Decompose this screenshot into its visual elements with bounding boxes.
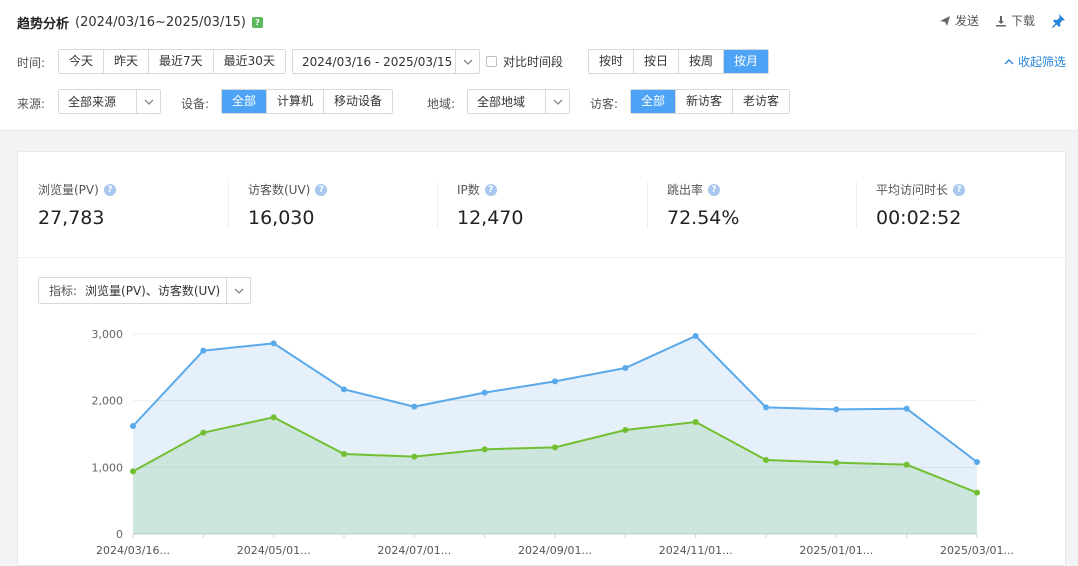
x-tick-label: 2024/11/01... [659, 544, 733, 557]
y-tick-label: 3,000 [92, 328, 124, 341]
compare-checkbox[interactable] [486, 56, 497, 67]
series-2-point[interactable] [411, 453, 418, 460]
series-2-point[interactable] [481, 446, 488, 453]
device-label: 设备: [181, 97, 210, 111]
visitor-option-all[interactable]: 全部 [631, 90, 677, 113]
pin-button[interactable] [1051, 13, 1066, 28]
chevron-down-icon [545, 90, 569, 113]
region-value: 全部地域 [477, 95, 526, 109]
device-option-all[interactable]: 全部 [222, 90, 268, 113]
y-tick-label: 0 [116, 528, 123, 541]
series-1-point[interactable] [200, 347, 207, 354]
visitor-option-new[interactable]: 新访客 [676, 90, 734, 113]
series-2-point[interactable] [200, 429, 207, 436]
series-1-point[interactable] [411, 403, 418, 410]
visitor-option-returning[interactable]: 老访客 [733, 90, 789, 113]
series-2-point[interactable] [692, 419, 699, 425]
time-option-yesterday[interactable]: 昨天 [104, 50, 150, 73]
series-1-point[interactable] [974, 459, 980, 465]
series-2-point[interactable] [130, 468, 136, 475]
device-option-computer[interactable]: 计算机 [267, 90, 325, 113]
chevron-down-icon [455, 50, 479, 73]
device-option-mobile[interactable]: 移动设备 [324, 90, 392, 113]
series-1-point[interactable] [622, 365, 629, 371]
filter-bar: 趋势分析 (2024/03/16~2025/03/15) ? 发送 下载 时间:… [0, 0, 1078, 131]
region-select[interactable]: 全部地域 [467, 89, 570, 114]
trend-panel: 浏览量(PV)? 27,783 访客数(UV)? 16,030 IP数? 12,… [17, 151, 1067, 566]
source-value: 全部来源 [68, 95, 117, 109]
y-tick-label: 1,000 [92, 461, 124, 474]
time-quick-options: 今天 昨天 最近7天 最近30天 [58, 49, 286, 74]
series-1-point[interactable] [270, 340, 277, 347]
series-1-point[interactable] [341, 386, 347, 393]
compare-label: 对比时间段 [503, 55, 564, 69]
granularity-day[interactable]: 按日 [634, 50, 680, 73]
date-range-value: 2024/03/16 - 2025/03/15 [302, 54, 453, 69]
x-tick-label: 2025/03/01... [940, 544, 1014, 557]
time-option-30days[interactable]: 最近30天 [214, 50, 285, 73]
x-tick-label: 2024/03/16... [96, 544, 170, 557]
collapse-filters-button[interactable]: 收起筛选 [1004, 53, 1066, 70]
chevron-up-icon [1004, 59, 1014, 65]
pin-icon [1052, 14, 1065, 28]
series-2-point[interactable] [763, 457, 769, 463]
send-label: 发送 [954, 14, 979, 28]
granularity-hour[interactable]: 按时 [589, 50, 635, 73]
series-2-point[interactable] [341, 451, 347, 457]
send-icon [939, 15, 950, 26]
granularity-week[interactable]: 按周 [679, 50, 725, 73]
x-tick-label: 2024/07/01... [377, 544, 451, 557]
date-range-text: (2024/03/16~2025/03/15) [75, 14, 246, 30]
title-row: 趋势分析 (2024/03/16~2025/03/15) ? [17, 12, 263, 32]
header-actions: 发送 下载 [939, 12, 1066, 29]
compare-period-toggle[interactable]: 对比时间段 [486, 53, 563, 70]
series-1-point[interactable] [481, 389, 488, 396]
series-2-point[interactable] [622, 427, 629, 433]
visitor-label: 访客: [590, 97, 619, 111]
time-label: 时间: [17, 56, 46, 70]
y-tick-label: 2,000 [92, 395, 124, 408]
source-label: 来源: [17, 97, 46, 111]
series-2-point[interactable] [903, 461, 910, 468]
x-tick-label: 2025/01/01... [799, 544, 873, 557]
chevron-down-icon [136, 90, 160, 113]
date-range-picker[interactable]: 2024/03/16 - 2025/03/15 [292, 49, 480, 74]
page-title: 趋势分析 [17, 16, 70, 32]
series-2-point[interactable] [974, 489, 980, 496]
series-1-point[interactable] [763, 404, 769, 411]
time-option-7days[interactable]: 最近7天 [149, 50, 214, 73]
device-options: 全部 计算机 移动设备 [221, 89, 394, 114]
region-label: 地域: [427, 97, 456, 111]
series-1-point[interactable] [130, 423, 136, 429]
granularity-switch: 按时 按日 按周 按月 [588, 49, 770, 74]
series-2-point[interactable] [552, 444, 558, 451]
send-button[interactable]: 发送 [939, 12, 979, 29]
series-1-point[interactable] [903, 405, 910, 412]
x-tick-label: 2024/05/01... [237, 544, 311, 557]
series-1-point[interactable] [833, 406, 840, 413]
series-1-point[interactable] [692, 333, 699, 339]
time-option-today[interactable]: 今天 [59, 50, 105, 73]
series-2-point[interactable] [270, 414, 277, 421]
x-tick-label: 2024/09/01... [518, 544, 592, 557]
help-icon[interactable]: ? [251, 16, 263, 28]
download-button[interactable]: 下载 [995, 12, 1035, 29]
source-select[interactable]: 全部来源 [58, 89, 161, 114]
download-label: 下载 [1010, 14, 1035, 28]
series-1-point[interactable] [552, 378, 558, 385]
series-2-point[interactable] [833, 459, 840, 466]
collapse-label: 收起筛选 [1017, 55, 1066, 69]
granularity-month[interactable]: 按月 [724, 50, 769, 73]
trend-chart: 0 1,000 2,000 3,000 2024/03/16... 2024/05/01.… [92, 328, 1014, 557]
download-icon [995, 15, 1006, 26]
visitor-options: 全部 新访客 老访客 [630, 89, 791, 114]
